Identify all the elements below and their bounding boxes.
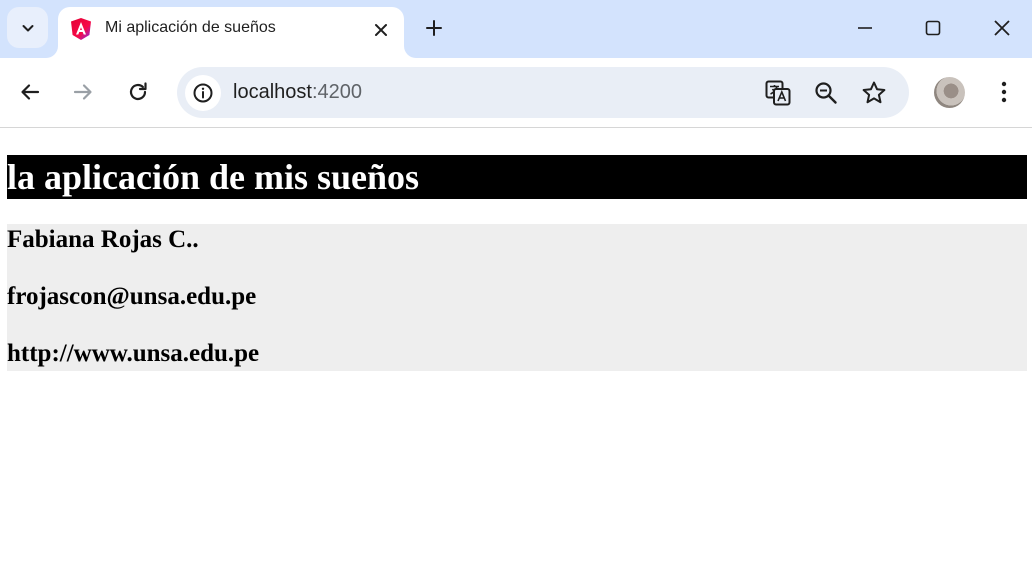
reload-icon bbox=[129, 82, 147, 101]
more-vertical-icon bbox=[1001, 81, 1007, 103]
page-title: la aplicación de mis sueños bbox=[7, 155, 1027, 199]
tab-strip: Mi aplicación de sueños bbox=[0, 0, 1032, 58]
star-icon bbox=[862, 81, 886, 104]
zoom-button[interactable] bbox=[812, 79, 840, 107]
toolbar-divider bbox=[0, 127, 1032, 128]
translate-icon bbox=[765, 80, 791, 106]
author-website: http://www.unsa.edu.pe bbox=[7, 340, 260, 367]
translate-button[interactable] bbox=[764, 79, 792, 107]
bookmark-button[interactable] bbox=[860, 79, 888, 107]
tab-title: Mi aplicación de sueños bbox=[105, 19, 276, 36]
minimize-icon bbox=[858, 27, 872, 29]
site-info-button[interactable] bbox=[185, 75, 221, 111]
forward-button[interactable] bbox=[65, 74, 101, 110]
maximize-button[interactable] bbox=[903, 8, 963, 48]
close-window-button[interactable] bbox=[972, 8, 1032, 48]
info-icon bbox=[193, 83, 213, 103]
plus-icon bbox=[426, 20, 442, 36]
author-email: frojascon@unsa.edu.pe bbox=[7, 283, 257, 310]
avatar[interactable] bbox=[934, 77, 965, 108]
close-tab-button[interactable] bbox=[370, 19, 392, 41]
author-name: Fabiana Rojas C.. bbox=[7, 226, 199, 253]
contact-info-box: Fabiana Rojas C.. frojascon@unsa.edu.pe … bbox=[7, 224, 1027, 371]
maximize-icon bbox=[925, 20, 941, 36]
back-button[interactable] bbox=[12, 74, 48, 110]
tab-search-button[interactable] bbox=[7, 7, 48, 48]
close-icon bbox=[375, 24, 387, 36]
arrow-right-icon bbox=[73, 84, 92, 100]
angular-icon bbox=[71, 18, 91, 40]
url-text[interactable]: localhost:4200 bbox=[233, 81, 362, 104]
reload-button[interactable] bbox=[120, 74, 156, 110]
minimize-button[interactable] bbox=[835, 8, 895, 48]
url-port: :4200 bbox=[311, 81, 362, 103]
address-bar[interactable]: localhost:4200 bbox=[177, 67, 909, 118]
url-host: localhost bbox=[233, 81, 312, 103]
chevron-down-icon bbox=[22, 24, 33, 31]
zoom-out-icon bbox=[815, 82, 837, 104]
new-tab-button[interactable] bbox=[418, 12, 450, 44]
page-content: la aplicación de mis sueños Fabiana Roja… bbox=[0, 129, 1032, 571]
browser-menu-button[interactable] bbox=[988, 74, 1020, 110]
browser-toolbar: localhost:4200 bbox=[0, 58, 1032, 128]
close-icon bbox=[994, 20, 1010, 36]
arrow-left-icon bbox=[21, 84, 40, 100]
browser-tab[interactable]: Mi aplicación de sueños bbox=[58, 7, 404, 58]
